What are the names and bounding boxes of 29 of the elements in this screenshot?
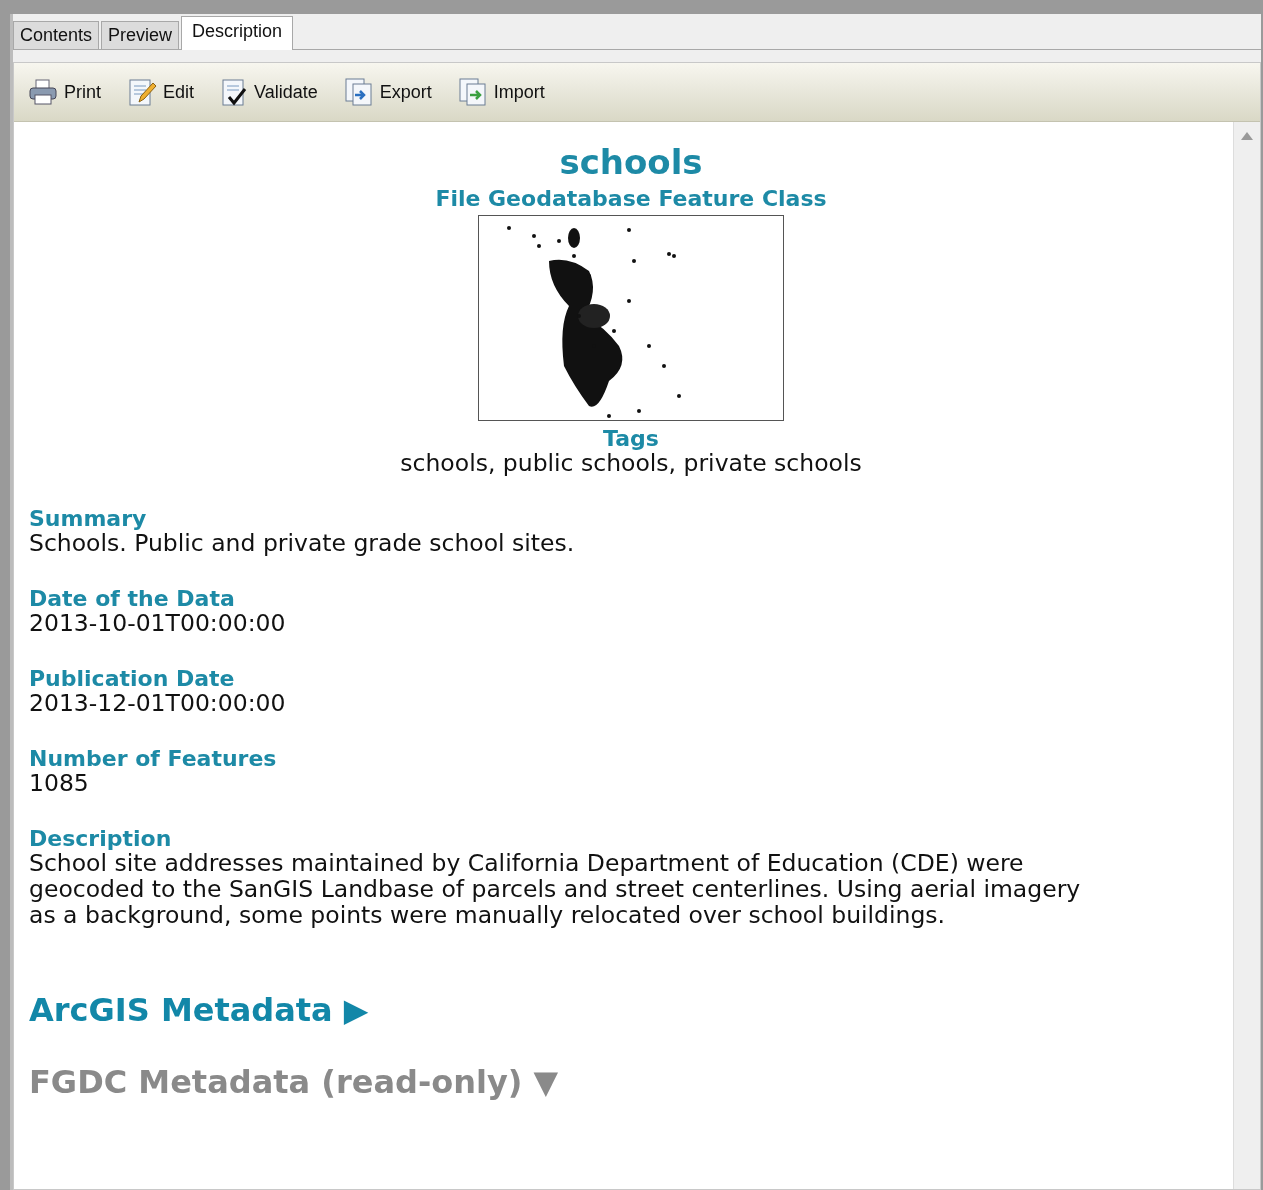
section-text: School site addresses maintained by California Department of Education (CDE) were geocoded to the SanGIS Landbase of parcels and street centerlines. Using aerial imagery as a background, some points were manually relocated over school buildings.	[29, 851, 1082, 929]
section-heading: Number of Features	[29, 747, 278, 772]
toolbar-button[interactable]: Validate	[220, 77, 318, 107]
checkmark-document-icon	[220, 77, 249, 107]
section-text: 2013-10-01T00:00:00	[29, 611, 287, 638]
tab[interactable]: Description	[181, 16, 294, 50]
toolbar-button[interactable]: Edit	[127, 77, 195, 107]
document-arrow-icon	[343, 77, 374, 107]
tags-text: schools, public schools, private schools	[400, 451, 862, 478]
document-title: schools	[559, 142, 703, 182]
document-subtitle: File Geodatabase Feature Class	[435, 186, 827, 211]
tab[interactable]: Preview	[101, 21, 180, 49]
section-heading: Date of the Data	[29, 587, 236, 612]
section-heading: Publication Date	[29, 667, 236, 692]
section-heading: Description	[29, 827, 173, 852]
scroll-up-icon[interactable]	[1241, 132, 1253, 140]
tab[interactable]: Contents	[13, 21, 100, 49]
section-text: 2013-12-01T00:00:00	[29, 691, 287, 718]
toolbar-button[interactable]: Print	[28, 78, 101, 106]
section-text: Schools. Public and private grade school sites.	[29, 531, 576, 558]
tags-heading: Tags	[603, 427, 659, 452]
printer-icon	[28, 78, 58, 106]
toolbar-button[interactable]: Export	[343, 77, 432, 107]
metadata-section-link[interactable]: ArcGIS Metadata ▶	[29, 990, 1233, 1029]
section-text: 1085	[29, 771, 90, 798]
pencil-document-icon	[127, 77, 157, 107]
section-heading: Summary	[29, 507, 148, 532]
document-arrow-icon	[457, 77, 488, 107]
toolbar-button[interactable]: Import	[457, 77, 545, 107]
